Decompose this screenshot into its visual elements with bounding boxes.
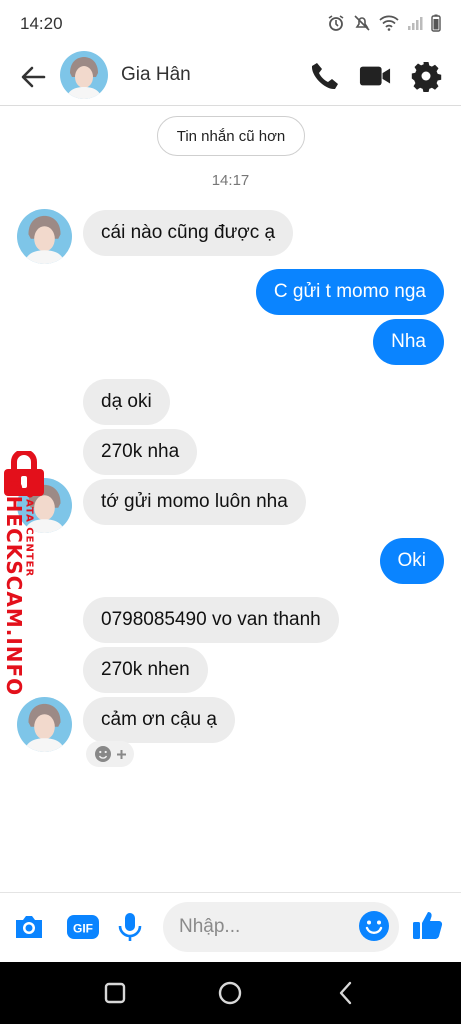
contact-name[interactable]: Gia Hân <box>121 64 191 86</box>
nav-back-icon[interactable] <box>331 978 361 1008</box>
home-icon[interactable] <box>215 978 245 1008</box>
status-time: 14:20 <box>20 14 63 33</box>
contact-avatar[interactable] <box>60 51 108 99</box>
status-icons <box>327 14 441 32</box>
watermark-site: CHECKSCAM.INFO <box>2 480 26 697</box>
outgoing-message[interactable]: C gửi t momo nga <box>255 269 444 315</box>
chat-header: Gia Hân <box>0 48 461 106</box>
incoming-message[interactable]: 0798085490 vo van thanh <box>83 597 339 643</box>
outgoing-message[interactable]: Oki <box>379 538 444 584</box>
video-call-icon[interactable] <box>359 60 391 92</box>
phone-call-icon[interactable] <box>309 60 341 92</box>
wifi-icon <box>379 15 399 31</box>
settings-gear-icon[interactable] <box>410 60 442 92</box>
microphone-icon[interactable] <box>113 910 147 944</box>
incoming-message[interactable]: tớ gửi momo luôn nha <box>83 479 306 525</box>
system-nav-bar <box>0 962 461 1024</box>
sender-avatar[interactable] <box>17 697 72 752</box>
camera-icon[interactable] <box>12 910 46 944</box>
gif-label: GIF <box>73 922 93 936</box>
smiley-icon <box>94 746 111 762</box>
add-reaction-button[interactable] <box>86 741 134 767</box>
recent-apps-icon[interactable] <box>100 978 130 1008</box>
older-messages-button[interactable]: Tin nhắn cũ hơn <box>157 116 305 156</box>
outgoing-message[interactable]: Nha <box>373 319 444 365</box>
thumbs-up-icon[interactable] <box>411 908 445 942</box>
mute-icon <box>354 15 370 31</box>
battery-icon <box>431 14 441 32</box>
incoming-message[interactable]: dạ oki <box>83 379 170 425</box>
message-composer: GIF <box>0 892 461 962</box>
alarm-icon <box>328 15 344 31</box>
incoming-message[interactable]: cảm ơn cậu ạ <box>83 697 235 743</box>
status-bar: 14:20 <box>0 0 461 48</box>
sender-avatar[interactable] <box>17 209 72 264</box>
gif-icon[interactable]: GIF <box>66 910 100 944</box>
incoming-message[interactable]: 270k nhen <box>83 647 208 693</box>
message-timestamp: 14:17 <box>211 172 250 189</box>
incoming-message[interactable]: 270k nha <box>83 429 198 475</box>
emoji-icon[interactable] <box>358 910 390 942</box>
signal-icon <box>408 17 423 30</box>
back-arrow-icon[interactable] <box>18 62 48 92</box>
incoming-message[interactable]: cái nào cũng được ạ <box>83 210 294 256</box>
plus-icon <box>116 749 126 759</box>
